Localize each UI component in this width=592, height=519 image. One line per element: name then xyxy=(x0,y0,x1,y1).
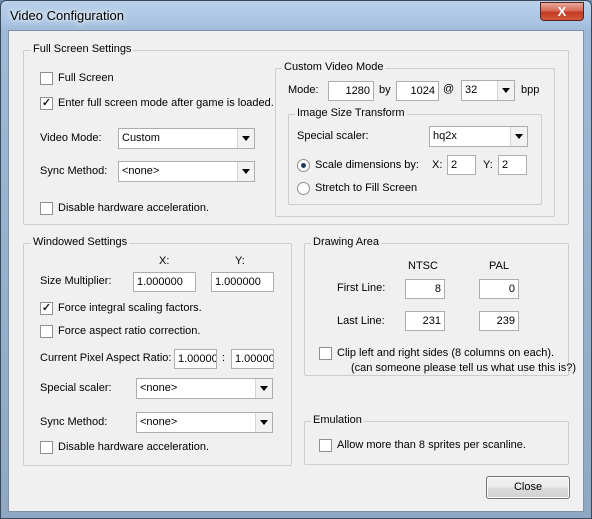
emulation-legend: Emulation xyxy=(311,414,364,426)
window-title: Video Configuration xyxy=(10,8,124,23)
chevron-down-icon xyxy=(510,127,527,146)
stretch-to-fill-radio[interactable] xyxy=(297,182,310,195)
bpp-select[interactable]: 32 xyxy=(461,80,515,101)
windowed-special-scaler-label: Special scaler: xyxy=(40,382,112,394)
clip-sides-checkbox[interactable] xyxy=(319,347,332,360)
windowed-disable-hw-accel-checkbox[interactable] xyxy=(40,441,53,454)
at-label: @ xyxy=(443,83,455,95)
scale-dimensions-radio[interactable] xyxy=(297,159,310,172)
windowed-sync-method-label: Sync Method: xyxy=(40,416,108,428)
first-line-ntsc-input[interactable]: 8 xyxy=(405,279,445,299)
close-button[interactable]: Close xyxy=(486,476,570,499)
size-multiplier-label: Size Multiplier: xyxy=(40,275,112,287)
first-line-label: First Line: xyxy=(337,282,386,294)
windowed-disable-hw-accel-label: Disable hardware acceleration. xyxy=(58,441,210,453)
by-label: by xyxy=(379,84,391,96)
scale-x-input[interactable]: 2 xyxy=(447,155,476,175)
scale-dimensions-label: Scale dimensions by: xyxy=(315,159,419,171)
custom-width-input[interactable]: 1280 xyxy=(328,81,374,101)
sync-method-value: <none> xyxy=(122,165,160,177)
video-mode-label: Video Mode: xyxy=(40,132,102,144)
first-line-pal-input[interactable]: 0 xyxy=(479,279,519,299)
transform-special-scaler-label: Special scaler: xyxy=(297,130,369,142)
force-aspect-correction-checkbox[interactable] xyxy=(40,325,53,338)
pixel-aspect-ratio-label: Current Pixel Aspect Ratio: xyxy=(40,352,172,364)
window-close-button[interactable]: X xyxy=(540,2,584,21)
custom-video-mode-legend: Custom Video Mode xyxy=(282,61,386,73)
full-screen-label: Full Screen xyxy=(58,72,114,84)
custom-height-input[interactable]: 1024 xyxy=(396,81,439,101)
transform-special-scaler-select[interactable]: hq2x xyxy=(429,126,528,147)
fullscreen-disable-hw-accel-label: Disable hardware acceleration. xyxy=(58,202,210,214)
dialog-client-area: Full Screen Settings Full Screen ✓ Enter… xyxy=(8,30,584,512)
last-line-pal-input[interactable]: 239 xyxy=(479,311,519,331)
mode-label: Mode: xyxy=(288,84,319,96)
pixel-aspect-separator: : xyxy=(222,352,226,364)
last-line-label: Last Line: xyxy=(337,315,385,327)
video-configuration-window: Video Configuration X Full Screen Settin… xyxy=(0,0,592,519)
drawing-area-legend: Drawing Area xyxy=(311,236,382,248)
chevron-down-icon xyxy=(255,413,272,432)
video-mode-value: Custom xyxy=(122,132,160,144)
enter-fullscreen-after-load-label: Enter full screen mode after game is loa… xyxy=(58,97,274,109)
scale-y-label: Y: xyxy=(483,159,493,171)
allow-more-sprites-checkbox[interactable] xyxy=(319,439,332,452)
chevron-down-icon xyxy=(237,162,254,181)
clip-sides-label: Clip left and right sides (8 columns on … xyxy=(337,347,555,359)
windowed-special-scaler-select[interactable]: <none> xyxy=(136,378,273,399)
last-line-ntsc-input[interactable]: 231 xyxy=(405,311,445,331)
force-integral-scaling-label: Force integral scaling factors. xyxy=(58,302,202,314)
pal-header: PAL xyxy=(489,260,509,272)
windowed-special-scaler-value: <none> xyxy=(140,382,178,394)
size-multiplier-y-input[interactable]: 1.000000 xyxy=(211,272,274,292)
windowed-settings-legend: Windowed Settings xyxy=(31,236,130,248)
windowed-x-header: X: xyxy=(159,255,170,267)
bpp-label: bpp xyxy=(521,84,540,96)
image-size-transform-legend: Image Size Transform xyxy=(295,107,407,119)
chevron-down-icon xyxy=(237,129,254,148)
transform-special-scaler-value: hq2x xyxy=(433,130,457,142)
title-bar[interactable]: Video Configuration X xyxy=(1,1,591,31)
windowed-sync-method-value: <none> xyxy=(140,416,178,428)
enter-fullscreen-after-load-checkbox[interactable]: ✓ xyxy=(40,97,53,110)
windowed-y-header: Y: xyxy=(235,255,245,267)
ntsc-header: NTSC xyxy=(408,260,438,272)
allow-more-sprites-label: Allow more than 8 sprites per scanline. xyxy=(337,439,526,451)
force-integral-scaling-checkbox[interactable]: ✓ xyxy=(40,302,53,315)
windowed-sync-method-select[interactable]: <none> xyxy=(136,412,273,433)
bpp-value: 32 xyxy=(465,84,478,96)
full-screen-settings-legend: Full Screen Settings xyxy=(31,43,134,55)
scale-y-input[interactable]: 2 xyxy=(498,155,527,175)
pixel-aspect-x-input[interactable]: 1.00000 xyxy=(174,349,217,369)
full-screen-checkbox[interactable] xyxy=(40,72,53,85)
chevron-down-icon xyxy=(497,81,514,100)
size-multiplier-x-input[interactable]: 1.000000 xyxy=(133,272,196,292)
fullscreen-disable-hw-accel-checkbox[interactable] xyxy=(40,202,53,215)
clip-sides-note: (can someone please tell us what use thi… xyxy=(351,362,577,374)
close-icon: X xyxy=(557,4,567,19)
chevron-down-icon xyxy=(255,379,272,398)
scale-x-label: X: xyxy=(432,159,443,171)
force-aspect-correction-label: Force aspect ratio correction. xyxy=(58,325,201,337)
stretch-to-fill-label: Stretch to Fill Screen xyxy=(315,182,418,194)
video-mode-select[interactable]: Custom xyxy=(118,128,255,149)
sync-method-select[interactable]: <none> xyxy=(118,161,255,182)
pixel-aspect-y-input[interactable]: 1.00000 xyxy=(231,349,274,369)
sync-method-label: Sync Method: xyxy=(40,165,108,177)
